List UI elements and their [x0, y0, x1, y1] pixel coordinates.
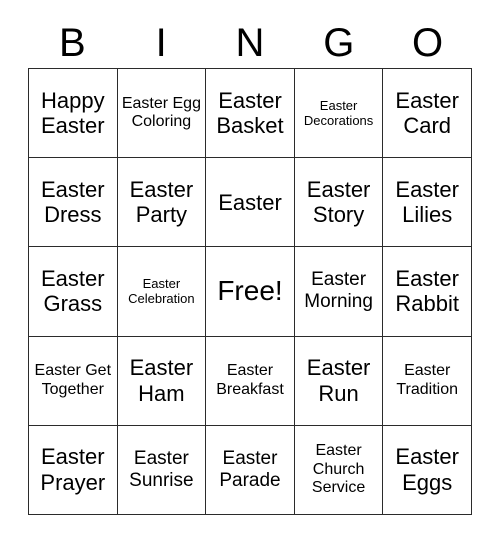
bingo-cell[interactable]: Easter Party	[117, 158, 207, 248]
bingo-cell[interactable]: Easter Story	[294, 158, 384, 248]
bingo-cell-label: Easter Dress	[41, 176, 105, 228]
bingo-cell[interactable]: Easter Ham	[117, 336, 207, 426]
bingo-cell-label: Easter Party	[129, 176, 194, 228]
bingo-header-row: BINGO	[28, 18, 472, 68]
bingo-cell[interactable]: Easter Egg Coloring	[117, 69, 207, 159]
bingo-cell-label: Easter Egg Coloring	[121, 94, 201, 131]
bingo-cell[interactable]: Easter Run	[294, 336, 384, 426]
bingo-cell[interactable]: Easter Celebration	[117, 247, 207, 337]
bingo-header-letter-i: I	[155, 21, 167, 65]
bingo-cell[interactable]: Easter Grass	[29, 247, 118, 337]
bingo-cell-label: Easter	[218, 189, 282, 215]
bingo-cell[interactable]: Easter Get Together	[29, 336, 118, 426]
bingo-cell[interactable]: Easter Basket	[206, 69, 295, 159]
bingo-cell-label: Free!	[217, 275, 283, 307]
bingo-cell[interactable]: Easter Sunrise	[117, 425, 207, 515]
bingo-grid: Happy Easter Easter Egg Coloring Easter Ba…	[28, 68, 472, 515]
bingo-cell-label: Easter Celebration	[128, 276, 195, 307]
bingo-cell[interactable]: Easter Card	[383, 69, 472, 159]
bingo-cell-label: Happy Easter	[41, 87, 105, 139]
bingo-cell[interactable]: Easter Decorations	[294, 69, 384, 159]
bingo-cell-label: Easter Tradition	[396, 362, 459, 398]
bingo-cell[interactable]: Easter Rabbit	[383, 247, 472, 337]
bingo-cell-label: Easter Morning	[304, 269, 373, 313]
bingo-free-space[interactable]: Free!	[206, 247, 295, 337]
bingo-cell-label: Easter Prayer	[40, 444, 106, 495]
bingo-cell-label: Easter Run	[306, 355, 371, 406]
bingo-cell[interactable]: Easter Lilies	[383, 158, 472, 248]
bingo-header-letter-n: N	[235, 21, 265, 65]
bingo-cell-label: Easter Decorations	[303, 98, 374, 129]
bingo-cell-label: Easter Story	[306, 176, 371, 228]
bingo-cell-label: Easter Church Service	[311, 442, 366, 497]
bingo-cell[interactable]: Easter Dress	[29, 158, 118, 248]
bingo-header-letter-b: B	[59, 21, 86, 65]
bingo-cell[interactable]: Easter Prayer	[29, 425, 118, 515]
bingo-cell-label: Easter Grass	[41, 265, 105, 317]
bingo-cell-label: Easter Eggs	[395, 444, 459, 495]
bingo-cell-label: Easter Get Together	[34, 362, 112, 398]
bingo-card: B I N G O Happy Easter Easter Egg Coloring Eas…	[0, 0, 500, 544]
bingo-cell-label: Easter Basket	[216, 87, 284, 139]
bingo-cell[interactable]: Easter Eggs	[383, 425, 472, 515]
bingo-cell-label: Easter Breakfast	[216, 362, 284, 398]
bingo-cell[interactable]: Easter Tradition	[383, 336, 472, 426]
bingo-cell-label: Easter Ham	[129, 355, 194, 406]
bingo-cell-label: Easter Card	[395, 87, 459, 139]
bingo-cell-label: Easter Lilies	[395, 176, 459, 228]
bingo-cell[interactable]: Easter Breakfast	[206, 336, 295, 426]
bingo-cell[interactable]: Happy Easter	[29, 69, 118, 159]
bingo-cell[interactable]: Easter	[206, 158, 295, 248]
bingo-cell[interactable]: Easter Parade	[206, 425, 295, 515]
bingo-cell-label: Easter Parade	[219, 447, 281, 491]
bingo-cell-label: Easter Rabbit	[395, 265, 459, 317]
bingo-cell[interactable]: Easter Church Service	[294, 425, 384, 515]
bingo-cell[interactable]: Easter Morning	[294, 247, 384, 337]
bingo-header-letter-g: G	[323, 21, 355, 65]
bingo-cell-label: Easter Sunrise	[129, 447, 194, 491]
bingo-header-letter-o: O	[412, 21, 444, 65]
